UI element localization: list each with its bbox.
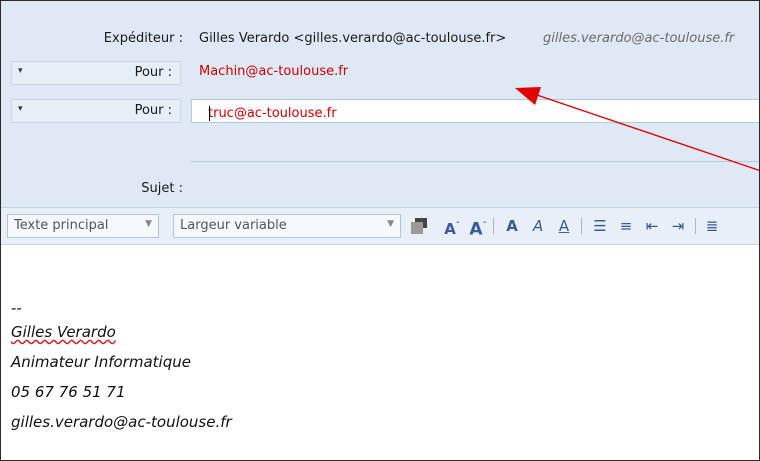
from-label-text: Expéditeur : <box>103 31 183 46</box>
recipient-type-select-2[interactable]: ▾ Pour : <box>11 99 181 123</box>
indent-icon[interactable]: ⇥ <box>667 216 689 236</box>
address-header: Expéditeur : Gilles Verardo <gilles.vera… <box>1 1 759 207</box>
subject-label: Sujet : <box>141 181 183 196</box>
signature-email: gilles.verardo@ac-toulouse.fr <box>11 413 232 431</box>
decrease-font-icon[interactable]: Aˇ <box>441 216 463 238</box>
recipient-value-1: Machin@ac-toulouse.fr <box>199 64 349 79</box>
chevron-down-icon: ▾ <box>18 66 23 76</box>
empty-recipient-line[interactable] <box>191 161 759 162</box>
from-row: Expéditeur : Gilles Verardo <gilles.vera… <box>1 25 759 53</box>
recipient-value-2-text: truc@ac-toulouse.fr <box>208 106 337 121</box>
text-caret <box>209 106 210 121</box>
toolbar-separator <box>695 218 696 234</box>
recipient-row-2: ▾ Pour : truc@ac-toulouse.fr <box>1 97 759 125</box>
chevron-down-icon: ▼ <box>145 219 152 229</box>
compose-window: Expéditeur : Gilles Verardo <gilles.vera… <box>0 0 760 461</box>
bullet-list-icon[interactable]: ☰ <box>589 216 611 236</box>
recipient-type-select-1[interactable]: ▾ Pour : <box>11 61 181 85</box>
recipient-row-1: ▾ Pour : Machin@ac-toulouse.fr <box>1 59 759 87</box>
from-field[interactable]: Gilles Verardo <gilles.verardo@ac-toulou… <box>191 27 759 51</box>
increase-font-icon[interactable]: Aˆ <box>467 216 489 240</box>
chevron-down-icon: ▾ <box>18 104 23 114</box>
recipient-type-label-1: Pour : <box>134 65 172 80</box>
format-toolbar: Texte principal ▼ Largeur variable ▼ Aˇ … <box>1 207 759 245</box>
recipient-field-1[interactable]: Machin@ac-toulouse.fr <box>191 61 759 85</box>
signature-name: Gilles Verardo <box>11 323 116 341</box>
recipient-type-label-2: Pour : <box>134 103 172 118</box>
font-family-value: Largeur variable <box>180 218 287 233</box>
recipient-field-2[interactable]: truc@ac-toulouse.fr <box>191 99 759 123</box>
numbered-list-icon[interactable]: ≡ <box>615 216 637 236</box>
from-alt-address: gilles.verardo@ac-toulouse.fr <box>543 31 735 46</box>
subject-input[interactable] <box>191 177 759 201</box>
bold-icon[interactable]: A <box>501 216 523 236</box>
underline-icon[interactable]: A <box>553 216 575 236</box>
paragraph-format-value: Texte principal <box>14 218 109 233</box>
toolbar-separator <box>493 218 494 234</box>
signature-separator: -- <box>11 299 22 317</box>
message-body[interactable]: -- Gilles Verardo Animateur Informatique… <box>1 246 759 460</box>
font-family-select[interactable]: Largeur variable ▼ <box>173 214 401 238</box>
toolbar-separator <box>581 218 582 234</box>
subject-label-text: Sujet : <box>141 181 183 196</box>
text-color-icon[interactable] <box>407 216 435 236</box>
from-label: Expéditeur : <box>104 31 183 46</box>
italic-icon[interactable]: A <box>527 216 549 236</box>
signature-name-text: Gilles Verardo <box>11 323 116 341</box>
signature-title: Animateur Informatique <box>11 353 191 371</box>
from-value: Gilles Verardo <gilles.verardo@ac-toulou… <box>199 31 507 46</box>
paragraph-format-select[interactable]: Texte principal ▼ <box>7 214 159 238</box>
signature-phone: 05 67 76 51 71 <box>11 383 126 401</box>
chevron-down-icon: ▼ <box>387 219 394 229</box>
outdent-icon[interactable]: ⇤ <box>641 216 663 236</box>
align-icon[interactable]: ≣ <box>701 216 723 236</box>
text-color-icon-svg <box>411 218 427 234</box>
